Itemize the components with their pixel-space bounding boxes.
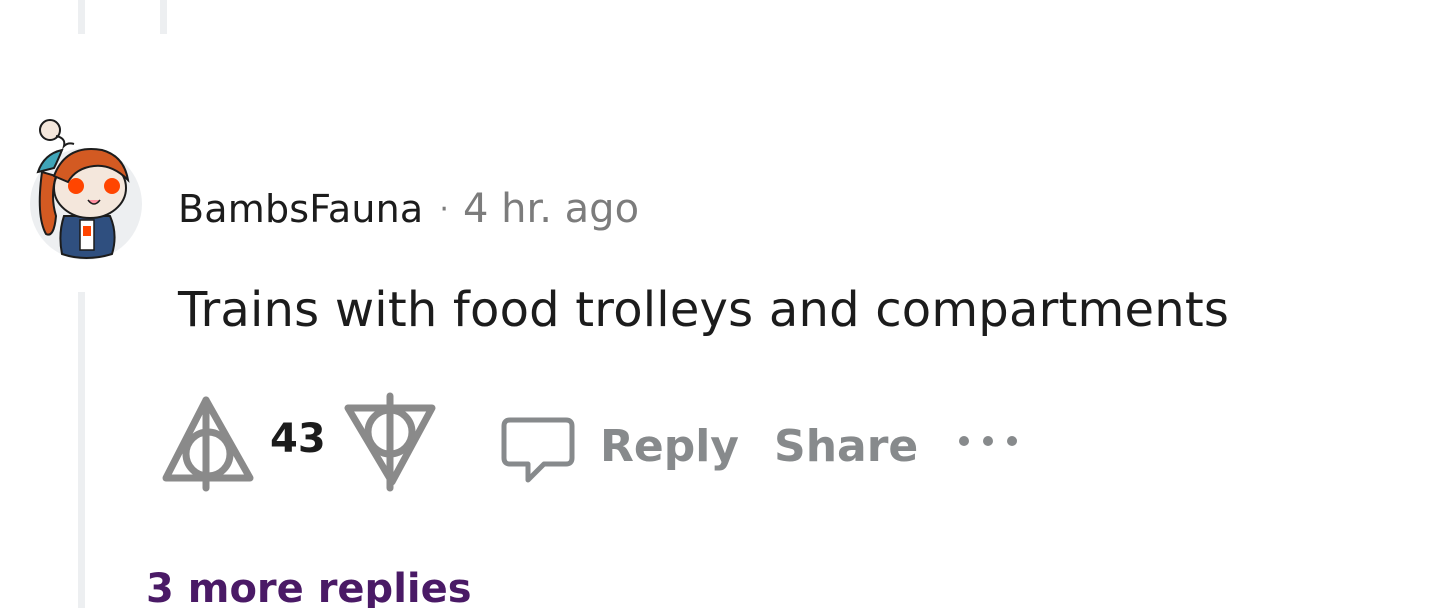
comment-timestamp[interactable]: 4 hr. ago bbox=[463, 186, 639, 232]
share-button[interactable]: Share bbox=[774, 406, 918, 486]
meta-separator: · bbox=[439, 191, 449, 227]
comment-bubble-icon bbox=[501, 417, 575, 483]
upvote-arrow-icon bbox=[162, 396, 254, 492]
comment-body: Trains with food trolleys and compartmen… bbox=[178, 282, 1230, 338]
reply-button[interactable]: Reply bbox=[498, 406, 739, 486]
reply-label: Reply bbox=[600, 420, 739, 472]
comment-thread: BambsFauna · 4 hr. ago Trains with food … bbox=[0, 0, 1440, 608]
username-link[interactable]: BambsFauna bbox=[178, 187, 423, 231]
thread-line-sibling[interactable] bbox=[160, 0, 167, 34]
snoo-avatar-icon bbox=[30, 119, 142, 260]
upvote-button[interactable] bbox=[158, 392, 258, 492]
downvote-arrow-icon bbox=[344, 392, 436, 492]
more-replies-link[interactable]: 3 more replies bbox=[146, 566, 472, 608]
thread-line-collapse[interactable] bbox=[78, 292, 85, 608]
comment-meta: BambsFauna · 4 hr. ago bbox=[178, 184, 639, 234]
more-options-button[interactable] bbox=[954, 416, 1024, 466]
ellipsis-icon bbox=[959, 436, 1017, 446]
vote-score: 43 bbox=[270, 416, 326, 462]
downvote-button[interactable] bbox=[342, 392, 438, 492]
avatar[interactable] bbox=[28, 116, 144, 264]
comment-action-bar: 43 Reply Share bbox=[158, 392, 1058, 496]
thread-line-parent[interactable] bbox=[78, 0, 85, 34]
